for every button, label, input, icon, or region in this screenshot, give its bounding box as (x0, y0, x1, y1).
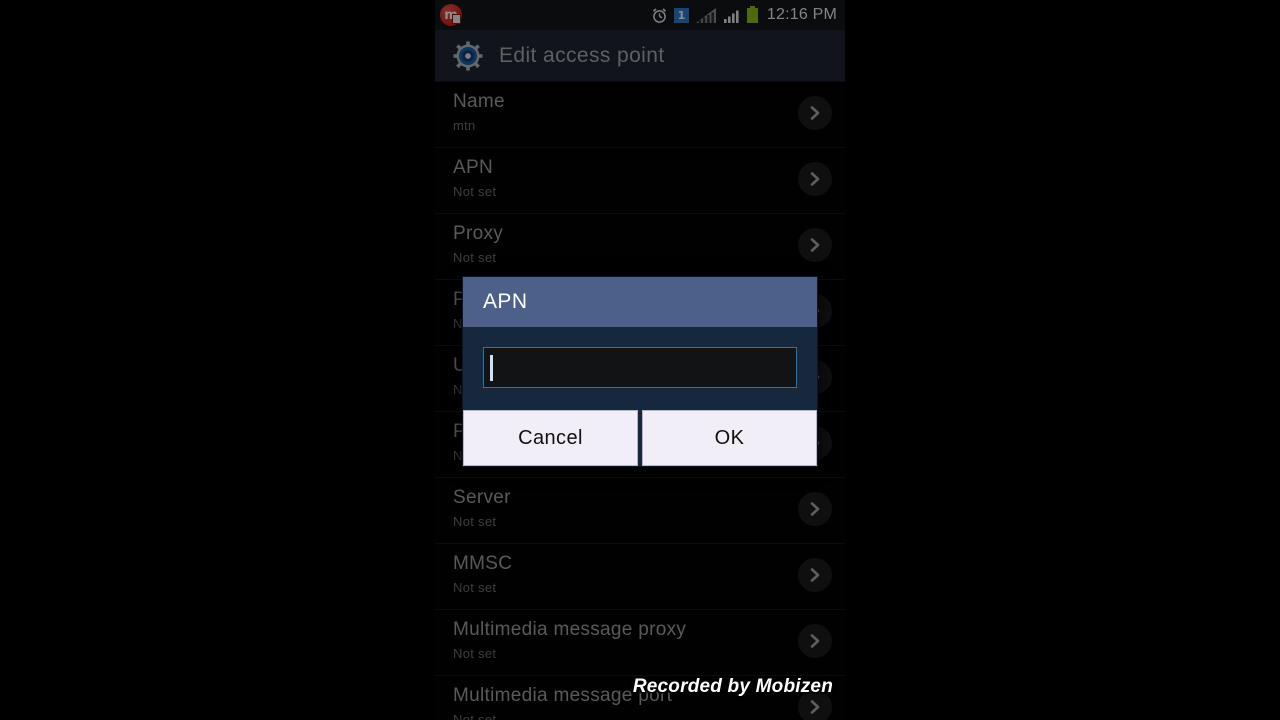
list-item-value: mtn (453, 118, 476, 133)
chevron-right-icon[interactable] (798, 96, 832, 130)
list-item-label: APN (453, 157, 493, 178)
list-item-value: Not set (453, 514, 497, 529)
apn-edit-dialog: APN Cancel OK (462, 276, 818, 467)
dialog-button-row: Cancel OK (463, 410, 817, 466)
recording-watermark: Recorded by Mobizen (632, 676, 833, 697)
list-item-value: Not set (453, 250, 497, 265)
list-item[interactable]: Proxy Not set (435, 214, 845, 280)
alarm-clock-icon (652, 7, 666, 23)
list-item[interactable]: MMSC Not set (435, 544, 845, 610)
chevron-right-icon[interactable] (798, 558, 832, 592)
chevron-right-icon[interactable] (798, 162, 832, 196)
screen-root: m 1 12:16 PM Edit access point Name mtn … (0, 0, 1280, 720)
status-bar-clock: 12:16 PM (766, 6, 837, 23)
list-item[interactable]: APN Not set (435, 148, 845, 214)
list-item-label: Multimedia message proxy (453, 619, 687, 640)
settings-gear-icon (453, 41, 483, 71)
phone-viewport: m 1 12:16 PM Edit access point Name mtn … (435, 0, 845, 720)
list-item[interactable]: Multimedia message proxy Not set (435, 610, 845, 676)
dialog-title: APN (463, 277, 817, 327)
list-item-label: MMSC (453, 553, 513, 574)
list-item-label: Proxy (453, 223, 504, 244)
notification-badge: 1 (673, 7, 689, 23)
list-item-label: Name (453, 91, 505, 112)
signal-bars-icon (695, 7, 716, 23)
text-cursor (490, 354, 493, 381)
list-item[interactable]: Server Not set (435, 478, 845, 544)
notification-badge-count: 1 (677, 8, 686, 22)
list-item-value: Not set (453, 184, 497, 199)
list-item[interactable]: Name mtn (435, 82, 845, 148)
mobizen-logo-icon: m (440, 4, 462, 26)
mobizen-logo-letter: m (444, 7, 458, 23)
dialog-body (463, 327, 817, 410)
cancel-button[interactable]: Cancel (463, 410, 638, 466)
status-bar-icons: 1 12:16 PM (651, 6, 837, 24)
list-item-value: Not set (453, 580, 497, 595)
chevron-right-icon[interactable] (798, 228, 832, 262)
list-item-label: Server (453, 487, 511, 508)
ok-button[interactable]: OK (642, 410, 817, 466)
apn-input[interactable] (483, 347, 797, 388)
chevron-right-icon[interactable] (798, 492, 832, 526)
action-bar: Edit access point (435, 30, 845, 82)
page-title: Edit access point (499, 43, 665, 67)
chevron-right-icon[interactable] (798, 624, 832, 658)
battery-full-icon (746, 6, 758, 23)
list-item-value: Not set (453, 646, 497, 661)
status-bar: m 1 12:16 PM (435, 0, 845, 30)
list-item-value: Not set (453, 712, 497, 720)
signal-bars-icon (723, 10, 739, 23)
